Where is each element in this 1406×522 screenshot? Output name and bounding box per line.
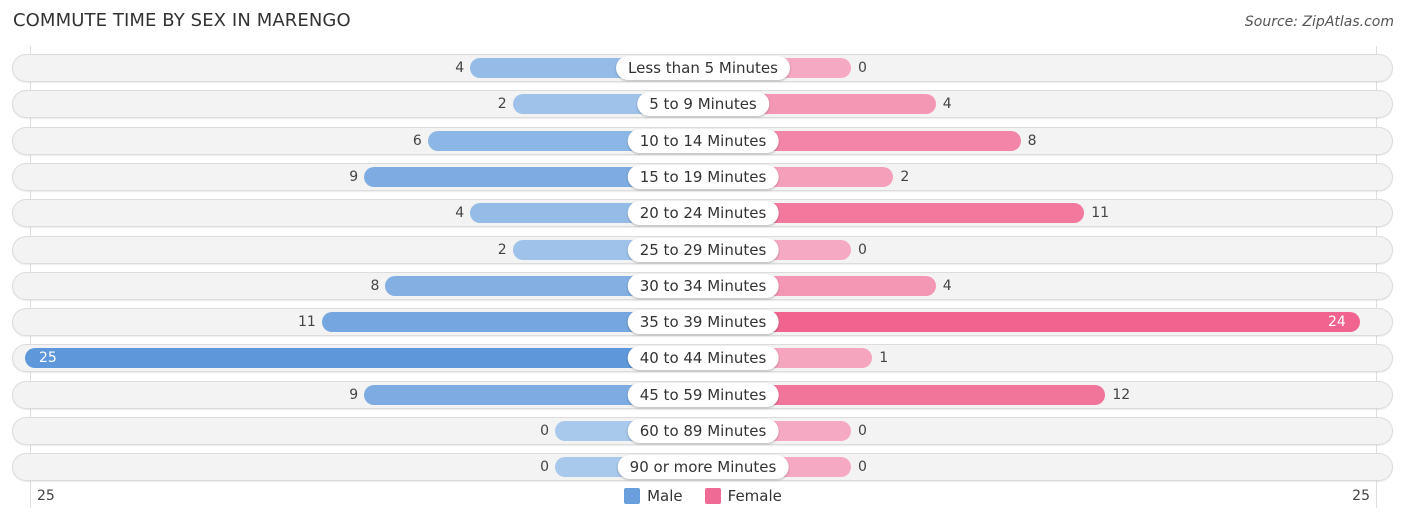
female-value-label: 4 bbox=[942, 277, 952, 294]
male-value-label: 11 bbox=[297, 314, 316, 331]
female-value-label: 12 bbox=[1112, 386, 1131, 403]
female-value-label: 24 bbox=[1327, 314, 1346, 331]
legend-label-male: Male bbox=[647, 487, 683, 505]
chart-source: Source: ZipAtlas.com bbox=[1244, 14, 1394, 30]
category-label: 10 to 14 Minutes bbox=[627, 128, 779, 153]
female-value-label: 1 bbox=[879, 350, 889, 367]
male-value-label: 9 bbox=[349, 168, 359, 185]
female-value-label: 0 bbox=[858, 459, 867, 476]
legend-item-male[interactable]: Male bbox=[624, 487, 683, 505]
male-value-label: 6 bbox=[412, 132, 422, 149]
legend-label-female: Female bbox=[727, 487, 782, 505]
category-label: 20 to 24 Minutes bbox=[627, 201, 779, 226]
female-value-label: 0 bbox=[858, 241, 867, 258]
legend: Male Female bbox=[0, 487, 1406, 505]
female-value-label: 8 bbox=[1027, 132, 1037, 149]
female-value-label: 0 bbox=[858, 60, 867, 76]
female-value-label: 0 bbox=[858, 423, 867, 439]
male-value-label: 2 bbox=[497, 241, 507, 258]
category-label: 5 to 9 Minutes bbox=[637, 92, 769, 117]
category-label: 30 to 34 Minutes bbox=[627, 273, 779, 298]
category-label: 35 to 39 Minutes bbox=[627, 310, 779, 335]
category-label: 15 to 19 Minutes bbox=[627, 164, 779, 189]
female-bar[interactable] bbox=[703, 312, 1360, 333]
male-value-label: 4 bbox=[455, 60, 465, 76]
male-value-label: 0 bbox=[540, 423, 549, 439]
male-value-label: 2 bbox=[497, 96, 507, 113]
category-label: Less than 5 Minutes bbox=[616, 56, 790, 80]
legend-item-female[interactable]: Female bbox=[704, 487, 782, 505]
male-value-label: 0 bbox=[540, 459, 549, 476]
female-value-label: 2 bbox=[900, 168, 910, 185]
category-label: 60 to 89 Minutes bbox=[627, 419, 779, 443]
category-label: 45 to 59 Minutes bbox=[627, 382, 779, 407]
category-label: 90 or more Minutes bbox=[617, 455, 789, 480]
category-label: 25 to 29 Minutes bbox=[627, 237, 779, 262]
male-value-label: 8 bbox=[370, 277, 380, 294]
female-value-label: 4 bbox=[942, 96, 952, 113]
male-value-label: 4 bbox=[455, 205, 465, 222]
legend-swatch-female bbox=[704, 488, 721, 504]
chart-title: COMMUTE TIME BY SEX IN MARENGO bbox=[13, 10, 351, 31]
legend-swatch-male bbox=[624, 488, 641, 504]
male-bar[interactable] bbox=[25, 348, 703, 369]
male-value-label: 9 bbox=[349, 386, 359, 403]
male-value-label: 25 bbox=[39, 350, 57, 367]
category-label: 40 to 44 Minutes bbox=[627, 346, 779, 371]
female-value-label: 11 bbox=[1091, 205, 1110, 222]
